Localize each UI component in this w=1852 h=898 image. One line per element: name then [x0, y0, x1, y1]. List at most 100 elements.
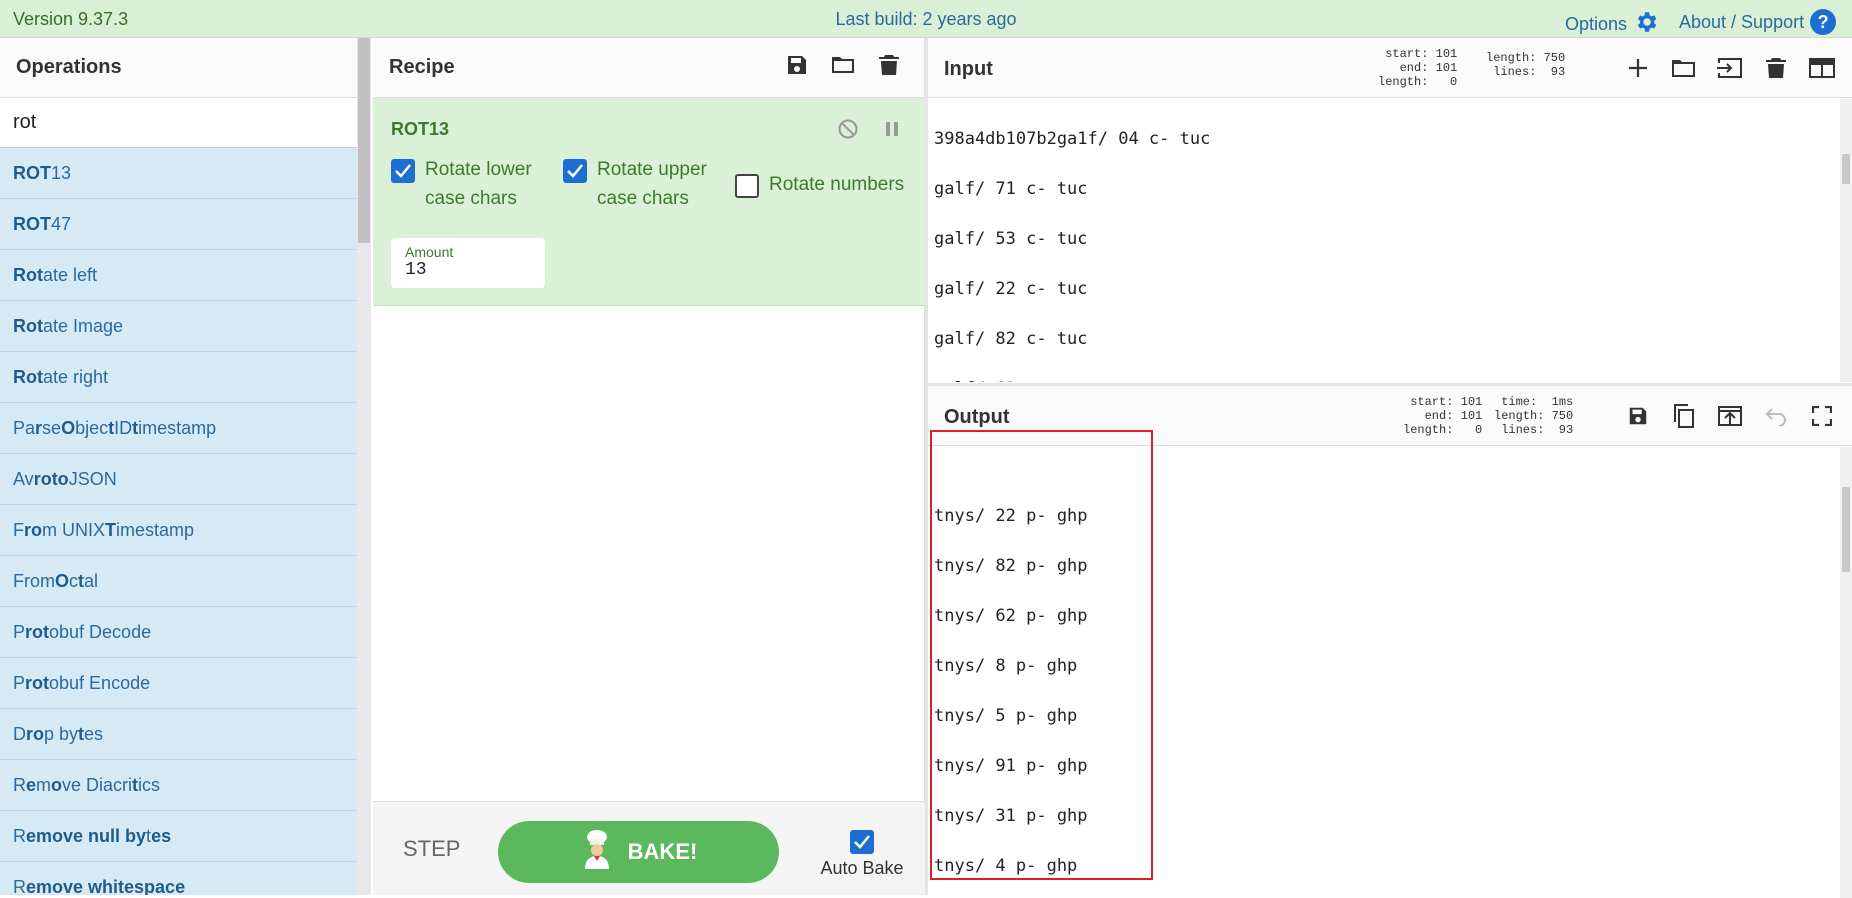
- load-recipe-icon[interactable]: [830, 52, 856, 78]
- bake-label[interactable]: BAKE!: [628, 839, 698, 865]
- open-file-icon[interactable]: [1671, 55, 1697, 81]
- input-header: Input start: 101 end: 101 length: 0 leng…: [928, 38, 1852, 98]
- operation-label: m: [36, 774, 52, 795]
- scrollbar-thumb[interactable]: [358, 38, 370, 243]
- rot13-ingredient: ROT13 Rotate lower case chars Rotate uppe…: [373, 98, 925, 306]
- operations-scrollbar[interactable]: [357, 38, 371, 895]
- save-output-icon[interactable]: [1625, 403, 1651, 429]
- checkbox-unchecked-icon[interactable]: [735, 174, 759, 198]
- operation-label: obuf Decode: [49, 621, 152, 642]
- copy-output-icon[interactable]: [1671, 403, 1697, 429]
- operation-item[interactable]: ROT 13: [0, 148, 357, 199]
- operation-match: ROT: [13, 162, 51, 183]
- operation-item[interactable]: Remove null by t es: [0, 811, 357, 862]
- operation-label: se: [42, 417, 62, 438]
- operation-label: ics: [138, 774, 161, 795]
- operation-item[interactable]: Remove whitespace: [0, 862, 357, 895]
- scrollbar-thumb[interactable]: [1842, 487, 1850, 572]
- ingredient-title: ROT13: [391, 119, 450, 139]
- operation-match: O: [55, 570, 70, 591]
- replace-input-icon[interactable]: [1717, 403, 1743, 429]
- gear-icon[interactable]: [1633, 9, 1659, 40]
- operation-match: emove whitespace: [26, 876, 186, 896]
- output-scrollbar[interactable]: [1840, 447, 1852, 898]
- pause-icon[interactable]: [879, 116, 905, 142]
- operation-match: Rot: [13, 264, 43, 285]
- operation-label: P: [13, 672, 26, 693]
- add-tab-icon[interactable]: [1625, 55, 1651, 81]
- bake-bar: STEP BAKE! Auto Bake: [373, 801, 925, 895]
- operation-label: obuf Encode: [49, 672, 151, 693]
- scrollbar-thumb[interactable]: [1842, 154, 1850, 184]
- top-bar: Version 9.37.3 Last build: 2 years ago O…: [0, 0, 1852, 38]
- operation-item[interactable]: Rot ate Image: [0, 301, 357, 352]
- operation-match: rot: [25, 672, 50, 693]
- operation-item[interactable]: From Oc t al: [0, 556, 357, 607]
- operation-item[interactable]: Rot ate left: [0, 250, 357, 301]
- undo-icon[interactable]: [1763, 403, 1789, 429]
- operation-match: to: [51, 468, 69, 489]
- operations-search[interactable]: [0, 98, 370, 148]
- input-line: 398a4db107b2ga1f/ 04 c- tuc: [934, 129, 1211, 149]
- disable-icon[interactable]: [835, 116, 861, 142]
- operation-label: p by: [44, 723, 79, 744]
- rotate-numbers-label: Rotate numbers: [769, 174, 905, 195]
- amount-input[interactable]: 13: [405, 260, 531, 280]
- operation-label: ID: [114, 417, 133, 438]
- operation-item[interactable]: Dro p by t es: [0, 709, 357, 760]
- rotate-lower-checkbox[interactable]: Rotate lower case chars: [391, 155, 532, 213]
- open-folder-input-icon[interactable]: [1717, 55, 1743, 81]
- help-icon[interactable]: ?: [1810, 9, 1837, 35]
- operation-label: ate left: [43, 264, 98, 285]
- operation-match: O: [61, 417, 76, 438]
- about-support-link[interactable]: About / Support ?: [1679, 9, 1837, 35]
- clear-recipe-icon[interactable]: [876, 52, 902, 78]
- operation-item[interactable]: Pa r se Objec t ID t imestamp: [0, 403, 357, 454]
- layout-icon[interactable]: [1809, 55, 1835, 81]
- auto-bake-checkbox[interactable]: Auto Bake: [817, 830, 907, 879]
- operations-title: Operations: [0, 38, 370, 98]
- step-button[interactable]: STEP: [403, 836, 460, 862]
- operation-label: es: [84, 723, 104, 744]
- checkbox-checked-icon[interactable]: [850, 830, 874, 854]
- operation-item[interactable]: Av ro to JSON: [0, 454, 357, 505]
- operation-label: ve Diacri: [62, 774, 133, 795]
- operation-label: c: [69, 570, 79, 591]
- operations-list: ROT 13 ROT 47 Rot ate left Rot ate Image Rot ate …: [0, 148, 357, 895]
- operation-label: R: [13, 774, 26, 795]
- operation-match: e: [26, 774, 37, 795]
- bake-button[interactable]: BAKE!: [498, 821, 779, 883]
- input-text-area[interactable]: 398a4db107b2ga1f/ 04 c- tuc galf/ 71 c- t…: [934, 99, 1834, 382]
- operation-match: T: [105, 519, 116, 540]
- operations-panel: Operations ROT13ROT47Rotate leftRotate I…: [0, 38, 371, 895]
- input-line: galf/ 53 c- tuc: [934, 229, 1088, 249]
- rotate-numbers-checkbox[interactable]: Rotate numbers: [735, 170, 904, 199]
- operation-item[interactable]: ROT 47: [0, 199, 357, 250]
- rotate-upper-checkbox[interactable]: Rotate upper case chars: [563, 155, 707, 213]
- operation-match: r: [35, 417, 43, 438]
- maximise-icon[interactable]: [1809, 403, 1835, 429]
- checkbox-checked-icon[interactable]: [563, 159, 587, 183]
- amount-field[interactable]: Amount 13: [391, 238, 545, 288]
- operation-item[interactable]: Re m o ve Diacri t ics: [0, 760, 357, 811]
- operation-label: imestamp: [116, 519, 195, 540]
- recipe-header: Recipe: [373, 38, 924, 98]
- operation-label: F: [13, 519, 24, 540]
- options-link[interactable]: Options: [1565, 9, 1659, 40]
- operation-label: ate Image: [43, 315, 124, 336]
- operation-label: R: [13, 876, 26, 896]
- checkbox-checked-icon[interactable]: [391, 159, 415, 183]
- operation-item[interactable]: Prot obuf Encode: [0, 658, 357, 709]
- operation-item[interactable]: Fro m UNIX Timestamp: [0, 505, 357, 556]
- recipe-panel: Recipe ROT13 Rotate lower case chars Rot…: [373, 38, 925, 895]
- save-recipe-icon[interactable]: [784, 52, 810, 78]
- input-panel: Input start: 101 end: 101 length: 0 leng…: [928, 38, 1852, 383]
- operations-search-input[interactable]: [13, 111, 343, 134]
- clear-input-icon[interactable]: [1763, 55, 1789, 81]
- operation-label: P: [13, 621, 26, 642]
- operation-item[interactable]: Rot ate right: [0, 352, 357, 403]
- operation-item[interactable]: Prot obuf Decode: [0, 607, 357, 658]
- input-scrollbar[interactable]: [1840, 99, 1852, 382]
- output-length-stats: time: 1ms length: 750 lines: 93: [1494, 395, 1574, 437]
- rotate-upper-label: Rotate upper case chars: [597, 159, 707, 209]
